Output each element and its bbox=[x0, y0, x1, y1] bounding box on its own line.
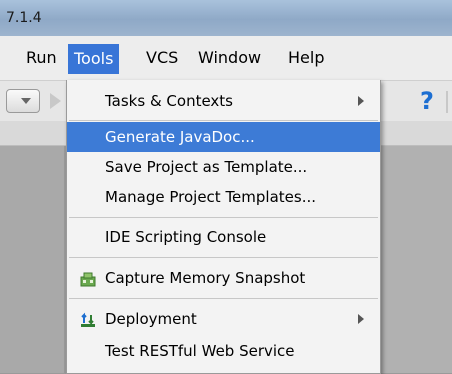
menu-item-tasks-contexts[interactable]: Tasks & Contexts bbox=[67, 86, 380, 116]
menu-help[interactable]: Help bbox=[288, 45, 324, 71]
tools-dropdown-menu: Tasks & Contexts Generate JavaDoc... Sav… bbox=[66, 80, 381, 374]
run-config-dropdown[interactable] bbox=[6, 89, 40, 113]
menu-item-generate-javadoc[interactable]: Generate JavaDoc... bbox=[67, 122, 380, 152]
menu-divider bbox=[69, 257, 378, 258]
menu-item-label: Tasks & Contexts bbox=[105, 92, 233, 110]
menu-item-test-restful-service[interactable]: Test RESTful Web Service bbox=[67, 336, 380, 366]
side-panel-background bbox=[380, 146, 452, 373]
menu-item-label: Save Project as Template... bbox=[105, 158, 308, 176]
toolbar-divider bbox=[446, 91, 448, 113]
run-icon[interactable] bbox=[50, 93, 61, 109]
menu-item-manage-templates[interactable]: Manage Project Templates... bbox=[67, 182, 380, 212]
memory-snapshot-icon bbox=[80, 272, 96, 287]
menu-divider bbox=[69, 120, 378, 121]
menu-divider bbox=[69, 217, 378, 218]
menu-item-label: Test RESTful Web Service bbox=[105, 342, 295, 360]
menu-item-label: Generate JavaDoc... bbox=[105, 128, 255, 146]
menu-divider bbox=[69, 298, 378, 299]
submenu-arrow-icon bbox=[358, 314, 364, 324]
help-icon[interactable]: ? bbox=[420, 87, 434, 115]
menu-item-label: IDE Scripting Console bbox=[105, 228, 267, 246]
menu-item-deployment[interactable]: Deployment bbox=[67, 304, 380, 334]
menu-item-save-project-template[interactable]: Save Project as Template... bbox=[67, 152, 380, 182]
submenu-arrow-icon bbox=[358, 96, 364, 106]
menu-run[interactable]: Run bbox=[26, 45, 57, 71]
editor-background bbox=[0, 146, 64, 373]
menu-vcs[interactable]: VCS bbox=[146, 45, 178, 71]
deployment-icon bbox=[81, 312, 95, 327]
menu-item-label: Deployment bbox=[105, 310, 197, 328]
menu-item-label: Capture Memory Snapshot bbox=[105, 269, 306, 287]
title-bar: 7.1.4 bbox=[0, 0, 452, 36]
window-title: 7.1.4 bbox=[6, 10, 42, 26]
menu-item-capture-memory-snapshot[interactable]: Capture Memory Snapshot bbox=[67, 263, 380, 293]
menu-bar: Run Tools VCS Window Help bbox=[0, 36, 452, 81]
menu-window[interactable]: Window bbox=[198, 45, 261, 71]
menu-tools[interactable]: Tools bbox=[68, 44, 120, 74]
menu-item-ide-scripting-console[interactable]: IDE Scripting Console bbox=[67, 222, 380, 252]
menu-item-label: Manage Project Templates... bbox=[105, 188, 317, 206]
chevron-down-icon bbox=[21, 98, 31, 104]
